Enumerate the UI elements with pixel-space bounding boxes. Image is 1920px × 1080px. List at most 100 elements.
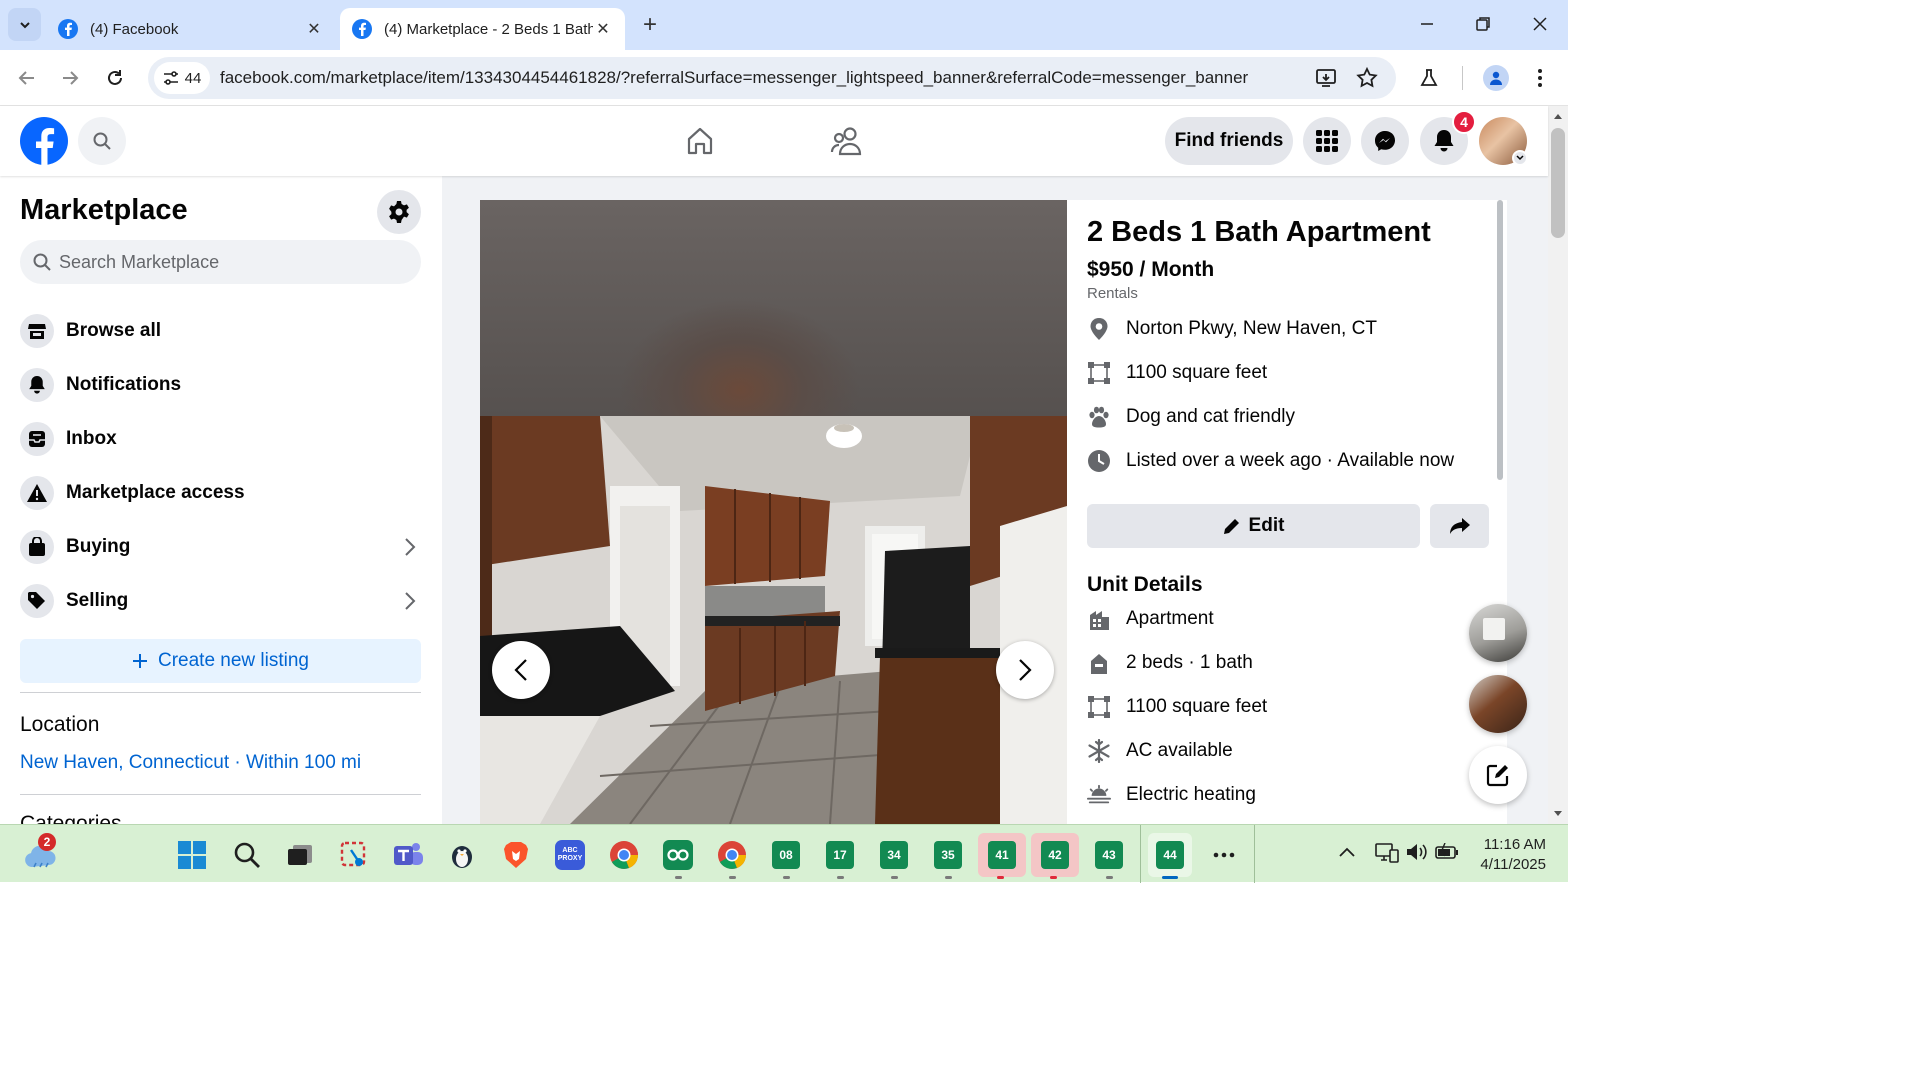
numbered-app-icon: 42	[1041, 841, 1069, 869]
chevron-left-icon	[514, 659, 527, 681]
bookmark-star-icon[interactable]	[1355, 66, 1379, 95]
unit-detail-text: Apartment	[1126, 608, 1214, 629]
sidebar-item-marketplace-access[interactable]: Marketplace access	[20, 471, 422, 515]
sidebar-item-browse-all[interactable]: Browse all	[20, 309, 422, 353]
scrollbar-thumb[interactable]	[1551, 128, 1565, 238]
browser-tab-marketplace[interactable]: (4) Marketplace - 2 Beds 1 Bath ✕	[340, 8, 625, 50]
edit-listing-button[interactable]: Edit	[1087, 504, 1420, 548]
home-nav-icon[interactable]	[684, 125, 716, 162]
network-icon[interactable]	[1375, 841, 1399, 868]
install-app-icon[interactable]	[1314, 66, 1338, 95]
site-info-button[interactable]: 44	[154, 62, 210, 94]
next-photo-button[interactable]	[996, 641, 1054, 699]
restore-button[interactable]	[1463, 8, 1503, 40]
green-app-43[interactable]: 43	[1087, 833, 1131, 879]
sidebar-item-inbox[interactable]: Inbox	[20, 417, 422, 461]
tab-search-button[interactable]	[8, 8, 41, 41]
sidebar-item-selling[interactable]: Selling	[20, 579, 422, 623]
taskbar-search-button[interactable]	[225, 833, 269, 877]
chat-head-photo-2[interactable]	[1469, 675, 1527, 733]
start-button[interactable]	[170, 833, 214, 877]
battery-icon[interactable]	[1435, 842, 1459, 866]
sidebar-item-buying[interactable]: Buying	[20, 525, 422, 569]
create-new-listing-button[interactable]: Create new listing	[20, 639, 421, 683]
chrome-app-profile-2[interactable]	[710, 833, 754, 879]
warning-icon	[20, 476, 54, 510]
inbox-icon	[20, 422, 54, 456]
chevron-right-icon	[398, 589, 422, 613]
notification-count-badge: 4	[1452, 110, 1476, 134]
green-app-08[interactable]: 08	[764, 833, 808, 879]
pencil-icon	[1223, 519, 1239, 534]
teams-app[interactable]	[386, 833, 430, 877]
go-app[interactable]	[656, 833, 700, 879]
green-app-41[interactable]: 41	[978, 833, 1026, 879]
numbered-app-icon: 41	[988, 841, 1016, 869]
green-app-34[interactable]: 34	[872, 833, 916, 879]
minimize-button[interactable]	[1407, 8, 1447, 40]
chat-head-photo-1[interactable]	[1469, 604, 1527, 662]
profile-button[interactable]	[1480, 62, 1512, 94]
sidebar-item-label: Notifications	[66, 374, 182, 395]
marketplace-settings-button[interactable]	[377, 190, 421, 234]
back-button[interactable]	[11, 62, 43, 94]
previous-photo-button[interactable]	[492, 641, 550, 699]
snipping-tool-app[interactable]	[332, 833, 376, 877]
show-hidden-icons-button[interactable]	[1338, 845, 1356, 863]
labs-button[interactable]	[1413, 62, 1445, 94]
listing-location[interactable]: Norton Pkwy, New Haven, CT	[1087, 314, 1377, 344]
messenger-button[interactable]	[1361, 117, 1409, 165]
numbered-app-icon: 44	[1156, 841, 1184, 869]
address-bar[interactable]: 44 facebook.com/marketplace/item/1334304…	[148, 57, 1396, 99]
green-app-42[interactable]: 42	[1031, 833, 1079, 879]
volume-icon[interactable]	[1405, 841, 1429, 868]
listing-photo[interactable]	[480, 200, 1067, 824]
chrome-app[interactable]	[602, 833, 646, 877]
system-clock[interactable]: 11:16 AM 4/11/2025	[1466, 835, 1546, 875]
close-tab-icon[interactable]: ✕	[304, 19, 324, 39]
back-arrow-icon	[18, 71, 34, 85]
marketplace-search-input[interactable]: Search Marketplace	[20, 240, 421, 284]
ellipsis-icon	[1213, 852, 1235, 858]
vpn-app[interactable]	[440, 833, 484, 877]
unit-detail-heating: Electric heating	[1087, 780, 1256, 810]
friends-nav-icon[interactable]	[830, 125, 864, 162]
browser-menu-button[interactable]	[1524, 62, 1556, 94]
find-friends-button[interactable]: Find friends	[1165, 117, 1293, 165]
running-indicator	[1106, 876, 1113, 879]
menu-grid-button[interactable]	[1303, 117, 1351, 165]
facebook-logo-icon[interactable]	[20, 117, 68, 170]
abc-proxy-app[interactable]: ABC PROXY	[548, 833, 592, 877]
search-icon	[33, 253, 51, 271]
page-scrollbar[interactable]	[1548, 106, 1568, 824]
browser-tab-facebook[interactable]: (4) Facebook ✕	[46, 8, 336, 50]
location-link[interactable]: New Haven, Connecticut · Within 100 mi	[20, 752, 361, 774]
new-tab-button[interactable]: +	[636, 12, 664, 40]
facebook-search-button[interactable]	[78, 117, 126, 165]
sidebar-divider	[20, 692, 421, 693]
forward-button[interactable]	[54, 62, 86, 94]
close-tab-icon[interactable]: ✕	[593, 19, 613, 39]
green-app-17[interactable]: 17	[818, 833, 862, 879]
more-apps-button[interactable]	[1202, 833, 1246, 877]
kitchen-photo	[480, 416, 1067, 824]
sidebar-item-label: Selling	[66, 590, 129, 611]
close-window-button[interactable]	[1520, 8, 1560, 40]
scroll-down-icon[interactable]	[1553, 810, 1563, 818]
share-listing-button[interactable]	[1430, 504, 1489, 548]
fact-text: Dog and cat friendly	[1126, 406, 1295, 427]
sidebar-item-notifications[interactable]: Notifications	[20, 363, 422, 407]
forward-arrow-icon	[63, 71, 79, 85]
details-scrollbar[interactable]	[1495, 200, 1505, 480]
green-app-35[interactable]: 35	[926, 833, 970, 879]
brave-browser-app[interactable]	[494, 833, 538, 877]
listing-category[interactable]: Rentals	[1087, 285, 1138, 302]
green-app-44-active[interactable]: 44	[1148, 833, 1192, 879]
location-heading: Location	[20, 713, 100, 736]
account-chevron-icon[interactable]	[1512, 150, 1528, 166]
task-view-button[interactable]	[278, 833, 322, 877]
url-text[interactable]: facebook.com/marketplace/item/1334304454…	[220, 68, 1248, 88]
reload-button[interactable]	[99, 62, 131, 94]
scroll-up-icon[interactable]	[1553, 112, 1563, 120]
new-message-button[interactable]	[1469, 746, 1527, 804]
